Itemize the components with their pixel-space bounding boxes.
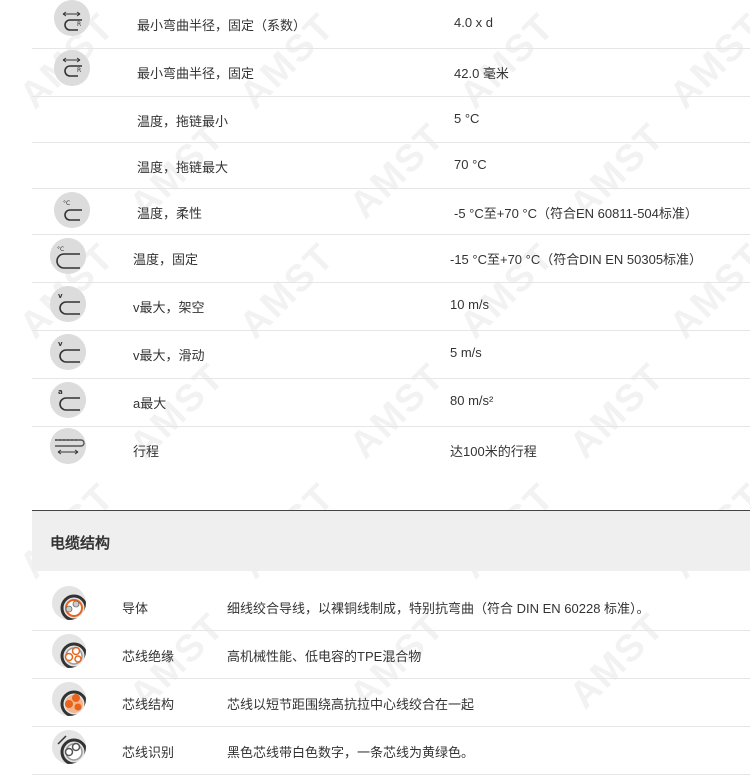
property-value: -5 °C至+70 °C（符合EN 60811-504标准） — [454, 206, 698, 221]
property-label: 温度，固定 — [133, 252, 199, 267]
svg-text:°C: °C — [63, 200, 70, 207]
property-label: 温度，拖链最大 — [137, 160, 229, 175]
property-value: 80 m/s² — [450, 393, 494, 408]
property-label: 最小弯曲半径，固定 — [137, 66, 255, 81]
property-row: R 最小弯曲半径，固定（系数） 4.0 x d — [32, 0, 750, 49]
structure-row: 芯线识别 黑色芯线带白色数字，一条芯线为黄绿色。 — [32, 726, 750, 775]
core-structure-icon — [52, 682, 86, 716]
svg-text:°C: °C — [57, 246, 64, 253]
property-label: 温度，柔性 — [137, 206, 203, 221]
property-label: v最大，架空 — [133, 300, 205, 315]
velocity-icon: v — [50, 286, 86, 322]
property-value: 70 °C — [454, 157, 487, 172]
cable-structure-header: 电缆结构 — [32, 510, 750, 571]
structure-row: 导体 细线绞合导线，以裸铜线制成，特别抗弯曲（符合 DIN EN 60228 标… — [32, 582, 750, 631]
property-value: 4.0 x d — [454, 15, 494, 30]
structure-label: 芯线识别 — [122, 745, 175, 760]
core-insulation-icon — [52, 634, 86, 668]
property-label: 最小弯曲半径，固定（系数） — [137, 18, 307, 33]
property-value: 5 m/s — [450, 345, 482, 360]
structure-label: 芯线绝缘 — [122, 649, 175, 664]
property-label: 行程 — [133, 444, 160, 459]
property-label: a最大 — [133, 396, 167, 411]
velocity-icon: v — [50, 334, 86, 370]
property-row: °C 温度，固定 -15 °C至+70 °C（符合DIN EN 50305标准） — [32, 234, 750, 283]
temperature-flex-icon: °C — [54, 192, 90, 228]
property-value: 42.0 毫米 — [454, 66, 509, 81]
property-row: a a最大 80 m/s² — [32, 378, 750, 427]
core-identification-icon — [52, 730, 86, 764]
structure-value: 高机械性能、低电容的TPE混合物 — [227, 649, 422, 664]
property-value: -15 °C至+70 °C（符合DIN EN 50305标准） — [450, 252, 703, 267]
property-row: 温度，拖链最大 70 °C — [32, 142, 750, 189]
property-value: 10 m/s — [450, 297, 490, 312]
property-label: 温度，拖链最小 — [137, 114, 229, 129]
svg-text:v: v — [58, 340, 63, 348]
svg-text:a: a — [58, 388, 63, 396]
property-row: v v最大，架空 10 m/s — [32, 282, 750, 331]
property-value: 5 °C — [454, 111, 480, 126]
structure-row: 芯线结构 芯线以短节距围绕高抗拉中心线绞合在一起 — [32, 678, 750, 727]
conductor-icon — [52, 586, 86, 620]
svg-text:R: R — [77, 21, 81, 28]
property-value: 达100米的行程 — [450, 444, 537, 459]
property-label: v最大，滑动 — [133, 348, 205, 363]
structure-label: 芯线结构 — [122, 697, 175, 712]
svg-text:v: v — [58, 292, 63, 300]
structure-row: 芯线绝缘 高机械性能、低电容的TPE混合物 — [32, 630, 750, 679]
property-row: 行程 达100米的行程 — [32, 426, 750, 472]
property-row: R 最小弯曲半径，固定 42.0 毫米 — [32, 48, 750, 97]
structure-label: 导体 — [122, 601, 149, 616]
acceleration-icon: a — [50, 382, 86, 418]
bend-radius-icon: R — [54, 50, 90, 86]
bend-radius-icon: R — [54, 0, 90, 36]
svg-text:R: R — [77, 67, 81, 74]
property-row: °C 温度，柔性 -5 °C至+70 °C（符合EN 60811-504标准） — [32, 188, 750, 235]
travel-icon — [50, 428, 86, 464]
property-row: 温度，拖链最小 5 °C — [32, 96, 750, 143]
temperature-fixed-icon: °C — [50, 238, 86, 274]
structure-value: 黑色芯线带白色数字，一条芯线为黄绿色。 — [227, 745, 475, 760]
structure-value: 芯线以短节距围绕高抗拉中心线绞合在一起 — [227, 697, 475, 712]
section-title: 电缆结构 — [50, 535, 111, 552]
structure-value: 细线绞合导线，以裸铜线制成，特别抗弯曲（符合 DIN EN 60228 标准）。 — [227, 601, 650, 616]
property-row: v v最大，滑动 5 m/s — [32, 330, 750, 379]
